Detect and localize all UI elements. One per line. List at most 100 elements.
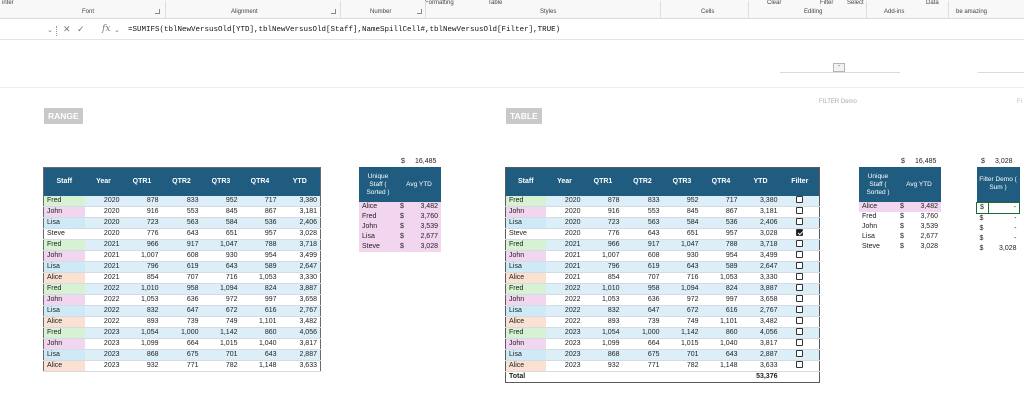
checkbox-icon[interactable]: [796, 218, 804, 226]
cell-year[interactable]: 2023: [545, 338, 584, 350]
cell-q1[interactable]: 796: [583, 261, 623, 273]
cell-filter[interactable]: [780, 316, 820, 328]
checkbox-icon[interactable]: [796, 262, 804, 270]
cell-q1[interactable]: 723: [122, 217, 162, 229]
summary-staff[interactable]: Steve: [859, 242, 897, 252]
cell-ytd[interactable]: 3,380: [279, 195, 321, 207]
cell-q2[interactable]: 643: [161, 228, 202, 240]
summary-staff[interactable]: Lisa: [359, 232, 397, 242]
dialog-launcher-icon[interactable]: [155, 9, 160, 14]
ribbon-top-label[interactable]: Formatting: [425, 0, 454, 6]
cell-year[interactable]: 2020: [545, 195, 584, 207]
cell-q4[interactable]: 954: [701, 250, 741, 262]
cell-q4[interactable]: 643: [701, 349, 741, 361]
cell-q1[interactable]: 854: [583, 272, 623, 284]
cell-year[interactable]: 2023: [84, 338, 123, 350]
checkbox-icon[interactable]: [796, 361, 804, 369]
cell-filter[interactable]: [780, 206, 820, 218]
summary-avg[interactable]: 2,677: [911, 232, 941, 242]
cell-ytd[interactable]: 3,482: [279, 316, 321, 328]
cell-filter[interactable]: [780, 217, 820, 229]
summary-staff[interactable]: John: [359, 222, 397, 232]
cell-q1[interactable]: 1,099: [583, 338, 623, 350]
cell-q4[interactable]: 1,040: [240, 338, 280, 350]
cell-q3[interactable]: 972: [201, 294, 241, 306]
cell-ytd[interactable]: 3,482: [740, 316, 781, 328]
cell-q2[interactable]: 619: [161, 261, 202, 273]
cell-staff[interactable]: John: [43, 338, 85, 350]
cell-year[interactable]: 2020: [545, 206, 584, 218]
cell-staff[interactable]: Fred: [43, 283, 85, 295]
cell-q1[interactable]: 916: [583, 206, 623, 218]
cell-ytd[interactable]: 3,181: [740, 206, 781, 218]
col-header-qtr2[interactable]: QTR2: [622, 167, 663, 196]
cell-ytd[interactable]: 4,056: [740, 327, 781, 339]
cell-ytd[interactable]: 3,887: [740, 283, 781, 295]
cell-q1[interactable]: 1,053: [583, 294, 623, 306]
cell-q3[interactable]: 584: [201, 217, 241, 229]
cell-q3[interactable]: 672: [662, 305, 702, 317]
cell-q2[interactable]: 619: [622, 261, 663, 273]
cell-filter[interactable]: [780, 195, 820, 207]
summary-staff[interactable]: Fred: [859, 212, 897, 222]
cell-ytd[interactable]: 3,380: [740, 195, 781, 207]
cell-q2[interactable]: 771: [622, 360, 663, 372]
cell-q2[interactable]: 917: [622, 239, 663, 251]
formula-input[interactable]: =SUMIFS(tblNewVersusOld[YTD],tblNewVersu…: [128, 26, 560, 34]
cell-year[interactable]: 2022: [84, 305, 123, 317]
cell-q3[interactable]: 782: [662, 360, 702, 372]
summary-avg[interactable]: 3,028: [911, 242, 941, 252]
cell-ytd[interactable]: 3,633: [740, 360, 781, 372]
cell-q3[interactable]: 972: [662, 294, 702, 306]
cell-ytd[interactable]: 2,647: [740, 261, 781, 273]
cell-q4[interactable]: 1,040: [701, 338, 741, 350]
cell-ytd[interactable]: 2,887: [279, 349, 321, 361]
cell-filter[interactable]: [780, 228, 820, 240]
cell-q3[interactable]: 1,094: [201, 283, 241, 295]
cell-q4[interactable]: 616: [701, 305, 741, 317]
cell-year[interactable]: 2022: [84, 316, 123, 328]
cell-year[interactable]: 2023: [545, 360, 584, 372]
cell-q2[interactable]: 958: [622, 283, 663, 295]
cell-staff[interactable]: Lisa: [505, 261, 546, 273]
cell-staff[interactable]: Fred: [505, 195, 546, 207]
checkbox-icon[interactable]: [796, 306, 804, 314]
cell-q1[interactable]: 854: [122, 272, 162, 284]
cell-q3[interactable]: 1,142: [201, 327, 241, 339]
cell-q1[interactable]: 1,007: [122, 250, 162, 262]
cell-q3[interactable]: 651: [662, 228, 702, 240]
cell-q3[interactable]: 845: [201, 206, 241, 218]
cell-q4[interactable]: 867: [240, 206, 280, 218]
cell-q1[interactable]: 878: [583, 195, 623, 207]
cell-ytd[interactable]: 3,658: [740, 294, 781, 306]
summary-staff[interactable]: Alice: [359, 202, 397, 212]
filter-demo-sum[interactable]: -: [988, 213, 1020, 224]
cell-q4[interactable]: 788: [240, 239, 280, 251]
cell-q1[interactable]: 966: [122, 239, 162, 251]
cell-filter[interactable]: [780, 327, 820, 339]
cell-staff[interactable]: John: [505, 294, 546, 306]
cell-ytd[interactable]: 3,028: [740, 228, 781, 240]
cell-ytd[interactable]: 3,718: [740, 239, 781, 251]
cell-q1[interactable]: 868: [122, 349, 162, 361]
formula-bar-drag-handle[interactable]: [56, 26, 59, 36]
cell-q3[interactable]: 952: [201, 195, 241, 207]
cell-year[interactable]: 2020: [84, 217, 123, 229]
cell-q4[interactable]: 536: [701, 217, 741, 229]
cell-q4[interactable]: 997: [240, 294, 280, 306]
cell-filter[interactable]: [780, 272, 820, 284]
cell-q4[interactable]: 589: [701, 261, 741, 273]
cell-q4[interactable]: 1,101: [240, 316, 280, 328]
summary-avg[interactable]: 3,539: [911, 222, 941, 232]
cell-q4[interactable]: 824: [240, 283, 280, 295]
cell-staff[interactable]: Lisa: [505, 217, 546, 229]
cell-q4[interactable]: 1,101: [701, 316, 741, 328]
checkbox-icon[interactable]: [796, 339, 804, 347]
summary-avg[interactable]: 3,760: [911, 212, 941, 222]
cell-q2[interactable]: 664: [622, 338, 663, 350]
cell-year[interactable]: 2021: [84, 250, 123, 262]
cell-q4[interactable]: 957: [240, 228, 280, 240]
cell-q3[interactable]: 952: [662, 195, 702, 207]
cell-q4[interactable]: 1,053: [701, 272, 741, 284]
cell-filter[interactable]: [780, 305, 820, 317]
